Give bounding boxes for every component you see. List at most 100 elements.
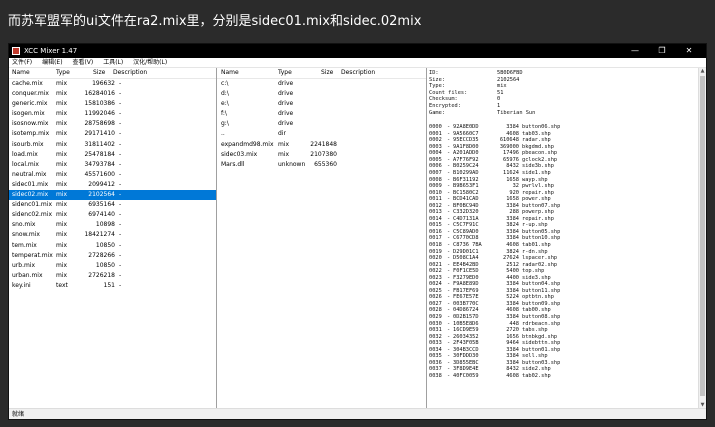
cell-name: sno.mix — [12, 221, 36, 229]
table-row[interactable]: local.mix mix 34793784- — [9, 160, 216, 170]
table-row[interactable]: key.ini text 151- — [9, 281, 216, 291]
cell-size: 2099412 — [88, 180, 115, 188]
menu-help[interactable]: 汉化/帮助(L) — [133, 59, 167, 66]
cell-type: mix — [56, 231, 68, 239]
table-row[interactable]: temperat.mix mix 2728266- — [9, 251, 216, 261]
table-row[interactable]: isogen.mix mix 11992046- — [9, 109, 216, 119]
cell-description: - — [119, 211, 122, 219]
cell-description: - — [119, 180, 122, 188]
col-size[interactable]: Size — [321, 68, 333, 78]
col-description[interactable]: Description — [341, 68, 375, 78]
cell-type: mix — [56, 100, 68, 108]
table-row[interactable]: sidec01.mix mix 2099412- — [9, 180, 216, 190]
left-file-list[interactable]: Name Type Size Description cache.mix mix 1… — [9, 68, 217, 409]
cell-name: tem.mix — [12, 241, 37, 249]
close-icon[interactable]: ✕ — [677, 44, 701, 58]
table-row[interactable]: f:\ drive — [217, 109, 426, 119]
window-title: XCC Mixer 1.47 — [24, 47, 78, 55]
menu-view[interactable]: 查看(V) — [72, 59, 93, 66]
entry-name: tab02.shp — [522, 372, 551, 379]
cell-description: - — [119, 271, 122, 279]
menu-edit[interactable]: 编辑(E) — [42, 59, 62, 66]
cell-name: Mars.dll — [221, 160, 245, 168]
table-row[interactable]: isotemp.mix mix 29171410- — [9, 129, 216, 139]
table-row[interactable]: isourb.mix mix 31811402- — [9, 140, 216, 150]
menu-bar: 文件(F) 编辑(E) 查看(V) 工具(L) 汉化/帮助(L) — [9, 58, 706, 68]
table-row[interactable]: conquer.mix mix 16284016- — [9, 89, 216, 99]
table-row[interactable]: cache.mix mix 196632- — [9, 79, 216, 89]
cell-description: - — [119, 170, 122, 178]
table-row[interactable]: generic.mix mix 15810386- — [9, 99, 216, 109]
table-row[interactable]: sidec02.mix mix 2102564- — [9, 190, 216, 201]
table-row[interactable]: .. dir — [217, 129, 426, 139]
status-bar: 就绪 — [9, 408, 706, 419]
cell-description: - — [119, 130, 122, 138]
cell-type: mix — [56, 90, 68, 98]
cell-type: mix — [56, 140, 68, 148]
table-row[interactable]: snow.mix mix 18421274- — [9, 230, 216, 240]
cell-size: 11992046 — [84, 110, 115, 118]
info-value: 1 — [497, 102, 501, 109]
menu-tools[interactable]: 工具(L) — [103, 59, 123, 66]
middle-file-list[interactable]: Name Type Size Description c:\ drive d:\ dr… — [217, 68, 427, 409]
table-row[interactable]: c:\ drive — [217, 79, 426, 89]
table-row[interactable]: urb.mix mix 10850- — [9, 261, 216, 271]
cell-type: mix — [56, 271, 68, 279]
table-row[interactable]: neutral.mix mix 45571600- — [9, 170, 216, 180]
info-pane[interactable]: ID: 5B0D6FBD Size: 2102564 Type: mix Count fil… — [427, 68, 706, 409]
entry-size: 4608 — [506, 372, 519, 379]
info-field: Checksum: 0 — [429, 96, 706, 103]
cell-name: conquer.mix — [12, 90, 49, 98]
app-icon — [12, 47, 20, 55]
table-row[interactable]: g:\ drive — [217, 119, 426, 129]
info-scrollbar[interactable]: ▲ ▼ — [698, 68, 706, 409]
maximize-icon[interactable]: ❐ — [650, 44, 674, 58]
cell-size: 2728266 — [88, 251, 115, 259]
xcc-mixer-window: XCC Mixer 1.47 — ❐ ✕ 文件(F) 编辑(E) 查看(V) 工… — [8, 43, 707, 420]
col-type[interactable]: Type — [56, 68, 70, 78]
table-row[interactable]: sidec03.mix mix 2107380 — [217, 150, 426, 160]
col-name[interactable]: Name — [221, 68, 239, 78]
col-size[interactable]: Size — [93, 68, 105, 78]
table-row[interactable]: load.mix mix 25478184- — [9, 150, 216, 160]
middle-header: Name Type Size Description — [217, 68, 426, 79]
table-row[interactable]: sno.mix mix 10898- — [9, 220, 216, 230]
cell-size: 196632 — [92, 80, 115, 87]
table-row[interactable]: expandmd98.mix mix 2241848 — [217, 140, 426, 150]
table-row[interactable]: sidenc02.mix mix 6974140- — [9, 210, 216, 220]
cell-type: dir — [278, 130, 286, 138]
cell-type: drive — [278, 100, 294, 108]
cell-type: mix — [278, 140, 290, 148]
cell-name: .. — [221, 130, 225, 138]
cell-description: - — [119, 80, 122, 87]
cell-description: - — [119, 251, 122, 259]
col-type[interactable]: Type — [278, 68, 292, 78]
cell-type: mix — [56, 201, 68, 209]
info-value: 0 — [497, 96, 501, 103]
cell-name: neutral.mix — [12, 170, 47, 178]
table-row[interactable]: isosnow.mix mix 28758698- — [9, 119, 216, 129]
info-key: Type: — [429, 83, 445, 90]
info-value: 2102564 — [497, 76, 520, 83]
col-name[interactable]: Name — [12, 68, 30, 78]
cell-size: 25478184 — [84, 150, 115, 158]
info-field: ID: 5B0D6FBD — [429, 70, 706, 77]
table-row[interactable]: sidenc01.mix mix 6935164- — [9, 200, 216, 210]
table-row[interactable]: d:\ drive — [217, 89, 426, 99]
minimize-icon[interactable]: — — [623, 44, 647, 58]
table-row[interactable]: e:\ drive — [217, 99, 426, 109]
caption-text: 而苏军盟军的ui文件在ra2.mix里，分别是sidec01.mix和sidec… — [8, 14, 422, 29]
cell-type: drive — [278, 80, 294, 87]
title-bar[interactable]: XCC Mixer 1.47 — ❐ ✕ — [9, 44, 706, 58]
cell-size: 18421274 — [84, 231, 115, 239]
scroll-up-icon[interactable]: ▲ — [699, 68, 706, 75]
table-row[interactable]: Mars.dll unknown 655360 — [217, 160, 426, 170]
scroll-thumb[interactable] — [700, 76, 705, 396]
cell-type: mix — [56, 120, 68, 128]
menu-file[interactable]: 文件(F) — [12, 59, 32, 66]
entry-dash: - — [447, 372, 451, 379]
table-row[interactable]: tem.mix mix 10850- — [9, 241, 216, 251]
col-description[interactable]: Description — [113, 68, 147, 78]
table-row[interactable]: urban.mix mix 2726218- — [9, 271, 216, 281]
cell-name: isotemp.mix — [12, 130, 50, 138]
